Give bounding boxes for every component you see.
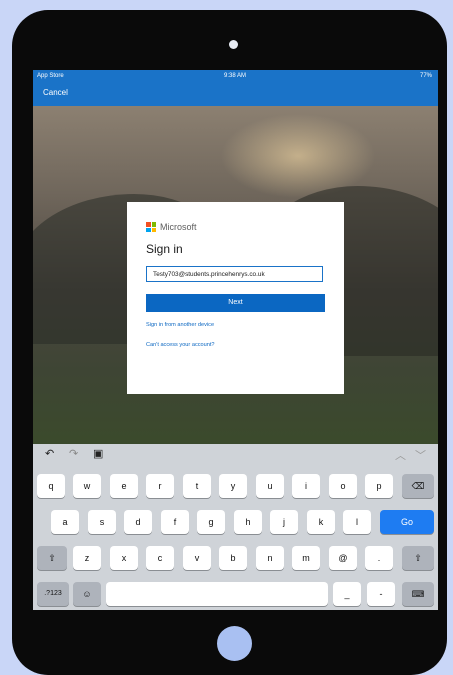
key-n[interactable]: n [256, 546, 284, 570]
key-t[interactable]: t [183, 474, 211, 498]
microsoft-logo-icon [146, 222, 156, 232]
status-bar: App Store 9:38 AM 77% [33, 70, 438, 84]
emoji-icon[interactable]: ☺ [73, 582, 101, 606]
key-period[interactable]: . [365, 546, 393, 570]
key-p[interactable]: p [365, 474, 393, 498]
keyboard-toolbar: ↶ ↷ ▣ ︿ ﹀ [33, 444, 438, 466]
shift-right-icon[interactable]: ⇧ [402, 546, 434, 570]
status-time: 9:38 AM [224, 73, 247, 79]
battery-level: 77% [419, 73, 432, 79]
key-at[interactable]: @ [329, 546, 357, 570]
go-button[interactable]: Go [380, 510, 434, 534]
key-b[interactable]: b [219, 546, 247, 570]
home-button[interactable] [217, 626, 252, 661]
chevron-down-icon[interactable]: ﹀ [415, 447, 426, 463]
key-d[interactable]: d [124, 510, 152, 534]
key-k[interactable]: k [307, 510, 335, 534]
key-z[interactable]: z [73, 546, 101, 570]
email-input[interactable]: Testy703@students.princehenrys.co.uk [146, 266, 323, 282]
cant-access-link[interactable]: Can't access your account? [146, 342, 215, 348]
brand-name: Microsoft [160, 222, 197, 232]
key-underscore[interactable]: _ [333, 582, 361, 606]
key-i[interactable]: i [292, 474, 320, 498]
key-u[interactable]: u [256, 474, 284, 498]
keyboard: ↶ ↷ ▣ ︿ ﹀ q w e r t y u i o p ⌫ a s d f … [33, 444, 438, 610]
shift-left-icon[interactable]: ⇧ [37, 546, 67, 570]
numbers-key[interactable]: .?123 [37, 582, 69, 606]
cancel-button[interactable]: Cancel [43, 88, 68, 97]
key-dash[interactable]: - [367, 582, 395, 606]
key-o[interactable]: o [329, 474, 357, 498]
signin-card: Microsoft Sign in Testy703@students.prin… [127, 202, 344, 394]
key-s[interactable]: s [88, 510, 116, 534]
undo-icon[interactable]: ↶ [45, 447, 54, 460]
key-q[interactable]: q [37, 474, 65, 498]
key-m[interactable]: m [292, 546, 320, 570]
key-e[interactable]: e [110, 474, 138, 498]
keyboard-dismiss-icon[interactable]: ⌨ [402, 582, 434, 606]
key-g[interactable]: g [197, 510, 225, 534]
key-y[interactable]: y [219, 474, 247, 498]
key-h[interactable]: h [234, 510, 262, 534]
nav-bar: Cancel [33, 84, 438, 106]
camera-icon [229, 40, 238, 49]
paste-icon[interactable]: ▣ [93, 447, 103, 460]
key-v[interactable]: v [183, 546, 211, 570]
key-l[interactable]: l [343, 510, 371, 534]
chevron-up-icon[interactable]: ︿ [395, 447, 406, 463]
backspace-icon[interactable]: ⌫ [402, 474, 434, 498]
next-button[interactable]: Next [146, 294, 325, 312]
key-a[interactable]: a [51, 510, 79, 534]
space-bar[interactable] [106, 582, 328, 606]
signin-other-device-link[interactable]: Sign in from another device [146, 322, 214, 328]
key-r[interactable]: r [146, 474, 174, 498]
key-c[interactable]: c [146, 546, 174, 570]
key-f[interactable]: f [161, 510, 189, 534]
key-x[interactable]: x [110, 546, 138, 570]
key-w[interactable]: w [73, 474, 101, 498]
status-left: App Store [37, 73, 64, 79]
signin-title: Sign in [146, 242, 183, 256]
key-j[interactable]: j [270, 510, 298, 534]
screen: App Store 9:38 AM 77% Cancel Microsoft S… [33, 70, 438, 610]
redo-icon[interactable]: ↷ [69, 447, 78, 460]
